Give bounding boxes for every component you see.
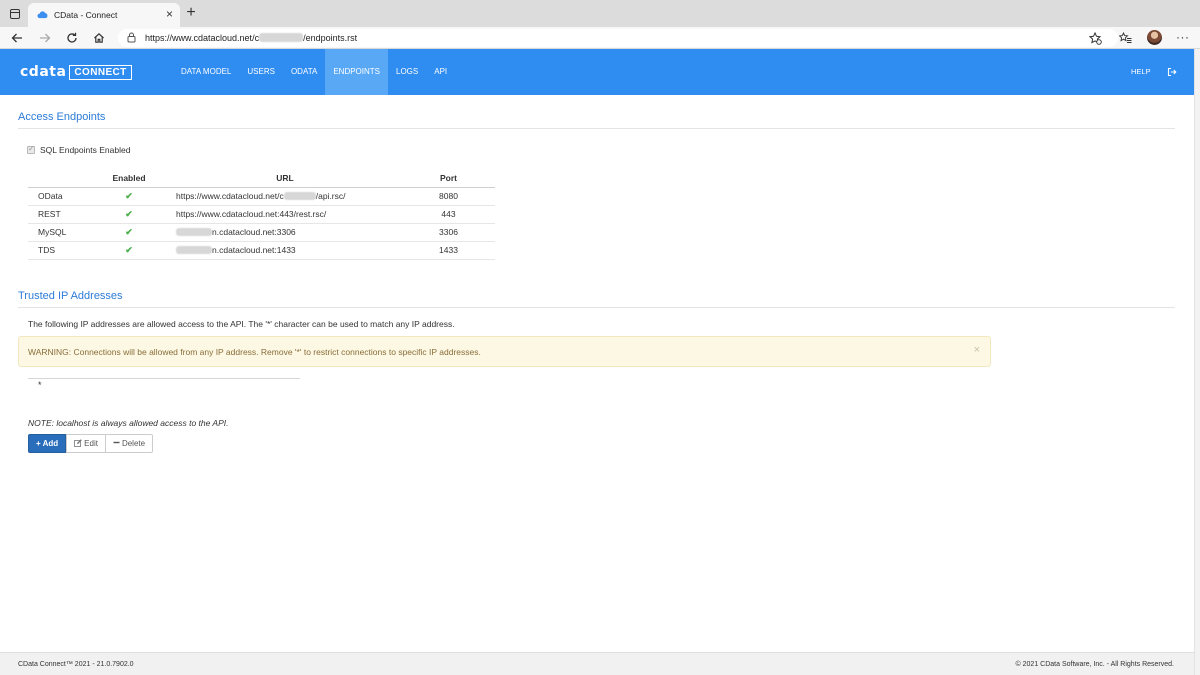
column-header-url: URL <box>168 170 402 188</box>
column-header-name <box>28 170 90 188</box>
sql-endpoints-label: SQL Endpoints Enabled <box>40 145 131 155</box>
scrollbar[interactable] <box>1194 49 1200 675</box>
url-part: /api.rsc/ <box>315 191 346 201</box>
column-header-enabled: Enabled <box>90 170 168 188</box>
nav-logs[interactable]: LOGS <box>388 49 426 95</box>
url-part: n.cdatacloud.net:1433 <box>212 245 296 255</box>
page-footer: CData Connect™ 2021 - 21.0.7902.0 © 2021… <box>0 652 1194 675</box>
lock-icon <box>127 32 136 43</box>
delete-label: Delete <box>121 439 146 448</box>
url-domain: https://www.cdatacloud.net <box>145 33 253 43</box>
more-menu-icon[interactable]: ··· <box>1176 30 1190 44</box>
new-tab-icon[interactable]: + <box>184 4 198 22</box>
app-header: cdata CONNECT DATA MODEL USERS ODATA END… <box>0 49 1194 95</box>
cdata-connect-logo[interactable]: cdata CONNECT <box>20 64 132 80</box>
endpoint-port: 3306 <box>402 223 495 242</box>
access-endpoints-title: Access Endpoints <box>18 111 106 123</box>
nav-api[interactable]: API <box>426 49 455 95</box>
edit-label: Edit <box>84 439 98 448</box>
enabled-check-icon: ✔ <box>125 226 133 237</box>
table-header-row: Enabled URL Port <box>28 170 495 188</box>
nav-endpoints[interactable]: ENDPOINTS <box>325 49 388 95</box>
url-path: /endpoints.rst <box>303 33 358 43</box>
enabled-check-icon: ✔ <box>125 190 133 201</box>
browser-address-bar: https://www.cdatacloud.net/c/endpoints.r… <box>0 27 1200 49</box>
profile-avatar[interactable] <box>1147 30 1162 45</box>
trusted-ip-description: The following IP addresses are allowed a… <box>28 319 455 329</box>
url-part: https://www.cdatacloud.net:443/rest.rsc/ <box>176 209 327 219</box>
nav-data-model[interactable]: DATA MODEL <box>173 49 239 95</box>
localhost-note: NOTE: localhost is always allowed access… <box>28 418 229 428</box>
forward-arrow-icon[interactable] <box>38 31 52 45</box>
table-row: REST ✔ https://www.cdatacloud.net:443/re… <box>28 205 495 224</box>
warning-alert: WARNING: Connections will be allowed fro… <box>18 336 991 367</box>
enabled-check-icon: ✔ <box>125 208 133 219</box>
section-divider <box>18 128 1175 129</box>
url-part: https://www.cdatacloud.net/c <box>176 191 284 201</box>
sql-endpoints-checkbox[interactable] <box>27 144 35 154</box>
add-button[interactable]: + Add <box>28 434 67 453</box>
refresh-icon[interactable] <box>65 31 79 45</box>
redacted-text <box>176 228 212 236</box>
redacted-text <box>176 246 212 254</box>
main-nav: DATA MODEL USERS ODATA ENDPOINTS LOGS AP… <box>173 49 455 95</box>
endpoint-url: n.cdatacloud.net:1433 <box>168 241 402 260</box>
section-divider <box>18 307 1175 308</box>
footer-copyright: © 2021 CData Software, Inc. - All Rights… <box>1015 661 1174 668</box>
redacted-text <box>259 33 304 42</box>
favorites-add-icon[interactable] <box>1088 31 1102 45</box>
endpoint-url: n.cdatacloud.net:3306 <box>168 223 402 242</box>
table-row: TDS ✔ n.cdatacloud.net:1433 1433 <box>28 241 495 260</box>
table-row: MySQL ✔ n.cdatacloud.net:3306 3306 <box>28 223 495 242</box>
endpoint-name: REST <box>28 205 90 224</box>
enabled-check-icon: ✔ <box>125 244 133 255</box>
nav-odata[interactable]: ODATA <box>283 49 325 95</box>
tab-title: CData - Connect <box>54 10 118 20</box>
endpoints-table: Enabled URL Port OData ✔ https://www.cda… <box>28 170 495 260</box>
minus-icon <box>113 441 120 444</box>
table-row: OData ✔ https://www.cdatacloud.net/c/api… <box>28 187 495 206</box>
edit-button[interactable]: Edit <box>66 434 106 453</box>
endpoint-port: 1433 <box>402 241 495 260</box>
delete-button[interactable]: Delete <box>105 434 154 453</box>
tab-actions-icon[interactable] <box>10 9 20 19</box>
endpoint-name: TDS <box>28 241 90 260</box>
back-arrow-icon[interactable] <box>10 31 24 45</box>
ip-list-divider <box>28 378 300 379</box>
footer-version: CData Connect™ 2021 - 21.0.7902.0 <box>18 661 134 668</box>
column-header-port: Port <box>402 170 495 188</box>
help-link[interactable]: HELP <box>1131 49 1151 95</box>
url-field[interactable]: https://www.cdatacloud.net/c/endpoints.r… <box>118 29 1118 47</box>
collections-icon[interactable] <box>1118 31 1132 45</box>
url-text: https://www.cdatacloud.net/c/endpoints.r… <box>145 33 357 43</box>
endpoint-port: 8080 <box>402 187 495 206</box>
cloud-favicon-icon <box>37 11 48 19</box>
endpoint-name: MySQL <box>28 223 90 242</box>
ip-action-buttons: + Add Edit Delete <box>28 434 154 453</box>
endpoint-url: https://www.cdatacloud.net:443/rest.rsc/ <box>168 205 402 224</box>
close-icon[interactable]: × <box>974 344 980 356</box>
url-part: n.cdatacloud.net:3306 <box>212 227 296 237</box>
tab-close-icon[interactable]: × <box>166 7 173 21</box>
browser-tab[interactable]: CData - Connect × <box>28 3 180 27</box>
redacted-text <box>283 192 316 200</box>
logo-badge: CONNECT <box>69 64 132 80</box>
browser-tab-bar: CData - Connect × + <box>0 0 1200 27</box>
nav-users[interactable]: USERS <box>239 49 283 95</box>
endpoint-url: https://www.cdatacloud.net/c/api.rsc/ <box>168 187 402 206</box>
endpoint-port: 443 <box>402 205 495 224</box>
home-icon[interactable] <box>92 31 106 45</box>
ip-list-item[interactable]: * <box>38 380 42 390</box>
logo-text: cdata <box>20 64 67 80</box>
edit-icon <box>74 439 82 447</box>
sign-out-icon[interactable] <box>1167 67 1177 77</box>
endpoint-name: OData <box>28 187 90 206</box>
warning-text: WARNING: Connections will be allowed fro… <box>28 347 481 357</box>
trusted-ip-title: Trusted IP Addresses <box>18 290 123 302</box>
